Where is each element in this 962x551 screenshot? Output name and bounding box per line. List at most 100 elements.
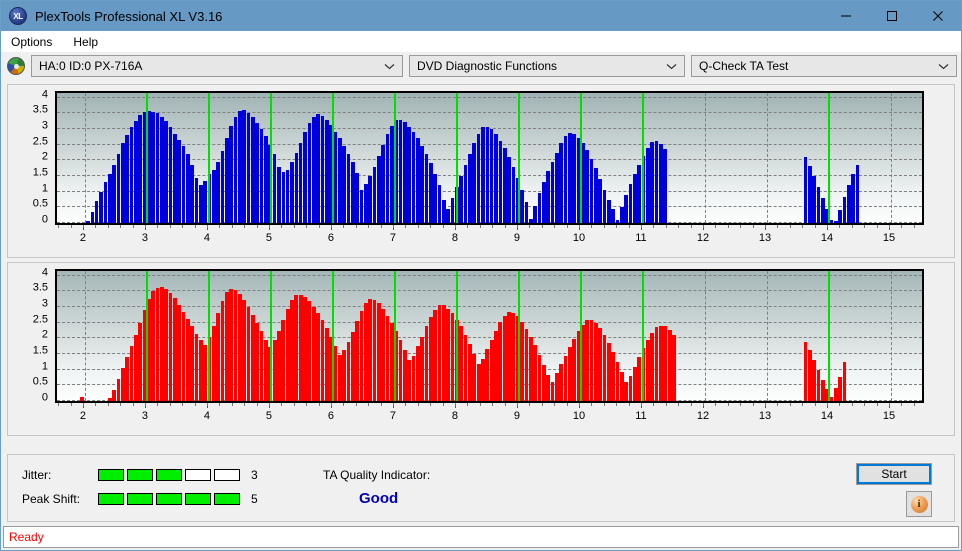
bar	[628, 183, 633, 223]
x-minor-tick	[864, 225, 866, 228]
y-tick-label: 3.5	[32, 281, 48, 294]
x-minor-tick	[851, 403, 853, 406]
bar	[833, 221, 838, 223]
x-minor-tick	[603, 225, 605, 228]
bar	[198, 339, 203, 401]
x-minor-tick	[616, 225, 618, 228]
x-tick-label: 3	[141, 410, 148, 422]
x-minor-tick	[120, 225, 122, 228]
bar	[459, 326, 464, 401]
bar	[355, 321, 359, 401]
x-minor-tick	[851, 225, 853, 228]
x-minor-tick	[281, 225, 283, 228]
bar	[498, 140, 503, 223]
info-button[interactable]: i	[906, 491, 932, 517]
test-select[interactable]: Q-Check TA Test	[691, 55, 957, 77]
bar	[554, 373, 559, 401]
close-icon[interactable]	[915, 1, 961, 31]
x-minor-tick	[144, 403, 146, 406]
bar	[615, 219, 620, 223]
y-tick-label: 0.5	[32, 197, 48, 210]
x-minor-tick	[430, 403, 432, 406]
bar	[120, 368, 125, 401]
bar	[151, 111, 155, 223]
menu-bar: Options Help	[1, 31, 961, 52]
x-tick-label: 6	[327, 232, 334, 244]
marker-line	[579, 271, 582, 401]
bar	[654, 140, 659, 223]
menu-item-help[interactable]: Help	[71, 33, 107, 51]
info-icon: i	[910, 495, 928, 513]
x-tick-label: 5	[265, 410, 272, 422]
start-button[interactable]: Start	[856, 463, 932, 485]
marker-line	[517, 271, 520, 401]
drive-select[interactable]: HA:0 ID:0 PX-716A	[31, 55, 403, 77]
bar	[424, 326, 429, 401]
bar	[290, 300, 294, 401]
bar	[264, 339, 268, 401]
x-minor-tick	[492, 225, 494, 228]
bar	[829, 397, 834, 401]
bar	[172, 298, 177, 401]
x-tick-label: 8	[451, 410, 458, 422]
bar	[637, 165, 642, 223]
bar	[233, 289, 238, 401]
bar	[129, 346, 134, 401]
x-minor-tick	[430, 225, 432, 228]
x-minor-tick	[628, 225, 630, 228]
maximize-icon[interactable]	[869, 1, 915, 31]
bar	[164, 121, 168, 223]
bar	[594, 168, 598, 223]
x-minor-tick	[120, 403, 122, 406]
x-minor-tick	[888, 225, 890, 228]
bar	[138, 322, 142, 401]
bar	[650, 332, 655, 401]
function-select[interactable]: DVD Diagnostic Functions	[409, 55, 685, 77]
selector-toolbar: HA:0 ID:0 PX-716A DVD Diagnostic Functio…	[1, 52, 961, 80]
bar	[216, 313, 221, 401]
bar	[420, 146, 425, 223]
bar	[116, 154, 121, 223]
menu-item-options[interactable]: Options	[9, 33, 61, 51]
bar	[324, 328, 329, 401]
chevron-down-icon	[384, 56, 395, 76]
bar	[494, 133, 498, 223]
bar	[498, 322, 503, 401]
xl-logo-icon: XL	[9, 7, 27, 25]
bar	[311, 307, 316, 401]
meter-cell	[214, 493, 240, 505]
x-minor-tick	[591, 225, 593, 228]
charts-area: 0 0.5 1 1.5 2 2.5 3 3.5 4 2 3 4 5 6 7 8 9 10 11 12 13 14 15 0…	[1, 80, 961, 450]
x-minor-tick	[690, 225, 692, 228]
bar	[807, 350, 812, 401]
x-minor-tick	[690, 403, 692, 406]
marker-line	[579, 93, 582, 223]
x-minor-tick	[715, 403, 717, 406]
bar	[99, 191, 103, 223]
chevron-down-icon	[666, 56, 677, 76]
x-minor-tick	[913, 225, 915, 228]
x-minor-tick	[442, 403, 444, 406]
bar	[194, 333, 199, 401]
x-minor-tick	[380, 403, 382, 406]
x-tick-label: 14	[820, 232, 834, 244]
bar	[563, 135, 568, 223]
x-minor-tick	[541, 225, 543, 228]
bar	[816, 186, 821, 223]
jitter-meter	[98, 469, 240, 481]
minimize-icon[interactable]	[823, 1, 869, 31]
bar	[355, 172, 359, 223]
bar	[307, 301, 312, 401]
bar	[646, 147, 650, 223]
bar	[342, 350, 346, 401]
bar	[303, 297, 307, 401]
bar	[220, 300, 225, 401]
bar	[368, 299, 372, 401]
x-minor-tick	[454, 225, 456, 228]
bar	[502, 315, 507, 401]
bar	[86, 221, 90, 223]
bar	[842, 197, 847, 223]
x-minor-tick	[789, 403, 791, 406]
y-tick-label: 4	[41, 266, 48, 279]
peak-shift-meter-row: Peak Shift: 5	[22, 492, 258, 506]
